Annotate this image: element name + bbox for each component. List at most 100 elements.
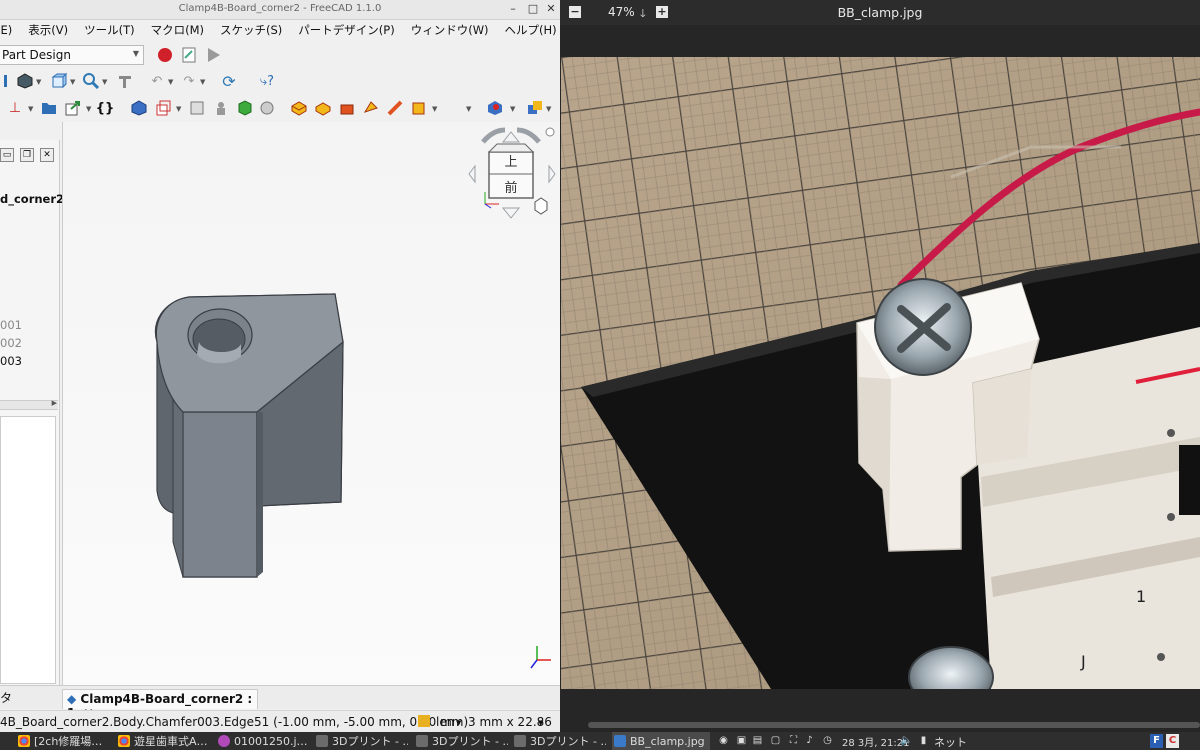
menu-edit[interactable]: (E)	[0, 23, 20, 37]
tab-document[interactable]: ◆ Clamp4B-Board_corner2 : 1 ✕	[62, 689, 258, 720]
std-views-icon[interactable]	[50, 72, 68, 90]
chevron-down-icon[interactable]: ▼	[86, 105, 91, 113]
boolean-icon[interactable]	[526, 99, 544, 117]
task-folder-3[interactable]: 3Dプリント - …	[514, 732, 606, 750]
cube-front-label: 前	[504, 180, 517, 196]
close-panel-icon[interactable]: ✕	[40, 148, 54, 162]
rotate-up-arrow-icon[interactable]	[501, 131, 521, 143]
chevron-down-icon[interactable]: ▼	[200, 78, 205, 86]
record-macro-icon[interactable]	[156, 46, 174, 64]
task-browser-1[interactable]: [2ch修羅場…	[18, 732, 110, 750]
cube-menu-icon[interactable]	[545, 127, 555, 137]
tree-item[interactable]: 001	[0, 318, 22, 332]
folder-icon[interactable]	[40, 99, 58, 117]
chevron-down-icon[interactable]: ▼	[456, 719, 461, 727]
chevron-down-icon[interactable]: ▼	[70, 78, 75, 86]
zoom-icon[interactable]	[82, 72, 100, 90]
revolution-icon[interactable]	[314, 99, 332, 117]
additive-helix-icon[interactable]	[386, 99, 404, 117]
additive-pipe-icon[interactable]	[362, 99, 380, 117]
sketch-icon[interactable]	[154, 99, 172, 117]
photo[interactable]: 1 J	[561, 57, 1200, 689]
expressions-icon[interactable]: {}	[96, 99, 115, 117]
bell-icon[interactable]: ♪	[804, 735, 815, 746]
undo-icon[interactable]: ↶	[148, 72, 166, 90]
menu-help[interactable]: ヘルプ(H)	[505, 22, 560, 38]
tray-photo-icon[interactable]: ▣	[736, 735, 747, 746]
chevron-down-icon[interactable]: ▼	[102, 78, 107, 86]
sub-shape-binder-icon[interactable]	[258, 99, 276, 117]
chevron-down-icon[interactable]: ▼	[546, 105, 551, 113]
validate-sketch-icon[interactable]	[188, 99, 206, 117]
chevron-down-icon[interactable]: ▼	[168, 78, 173, 86]
task-viewer[interactable]: BB_clamp.jpg	[612, 732, 710, 750]
property-view[interactable]	[0, 416, 56, 684]
maximize-button[interactable]: □	[526, 2, 540, 15]
task-folder-1[interactable]: 3Dプリント - …	[316, 732, 408, 750]
tab-report[interactable]: タ	[0, 689, 12, 709]
tray-window-icon[interactable]: ▢	[770, 735, 781, 746]
float-icon[interactable]: ▭	[0, 148, 14, 162]
clone-icon[interactable]	[212, 99, 230, 117]
chevron-down-icon[interactable]: ▼	[510, 105, 515, 113]
macro-editor-icon[interactable]	[180, 46, 198, 64]
horizontal-scrollbar[interactable]	[588, 722, 1200, 728]
menu-part-design[interactable]: パートデザイン(P)	[298, 22, 402, 38]
close-button[interactable]: ✕	[544, 2, 558, 15]
measure-icon[interactable]	[116, 72, 134, 90]
menu-view[interactable]: 表示(V)	[28, 22, 76, 38]
rotate-left-arrow-icon[interactable]	[468, 164, 476, 184]
datum-axis-icon[interactable]: ⊥	[6, 99, 24, 117]
clock-icon[interactable]: ◷	[822, 735, 833, 746]
menu-macro[interactable]: マクロ(M)	[151, 22, 212, 38]
shape-binder-icon[interactable]	[236, 99, 254, 117]
tray-app-icon[interactable]: ◉	[718, 735, 729, 746]
draw-style-icon[interactable]	[16, 72, 34, 90]
pocket-icon[interactable]	[486, 99, 504, 117]
app-badge[interactable]: C	[1166, 734, 1179, 748]
tree-item[interactable]: 002	[0, 336, 22, 350]
tree-document[interactable]: d_corner2	[0, 192, 64, 206]
redo-icon[interactable]: ↷	[180, 72, 198, 90]
roll-right-icon[interactable]	[516, 127, 541, 144]
menu-window[interactable]: ウィンドウ(W)	[411, 22, 497, 38]
pad-icon[interactable]	[290, 99, 308, 117]
roll-left-icon[interactable]	[481, 127, 506, 144]
chevron-down-icon[interactable]: ▼	[36, 78, 41, 86]
menu-tools[interactable]: ツール(T)	[84, 22, 143, 38]
workbench-selector[interactable]: Part Design ▼	[0, 45, 144, 65]
task-browser-2[interactable]: 遊星歯車式A…	[118, 732, 210, 750]
rotate-down-arrow-icon[interactable]	[501, 207, 521, 219]
export-icon[interactable]	[64, 99, 82, 117]
chevron-down-icon[interactable]: ▼	[432, 105, 437, 113]
tree-scrollbar[interactable]: ▶	[0, 399, 58, 410]
network-label[interactable]: ネット	[934, 734, 967, 750]
3d-view[interactable]: 上 前	[62, 122, 560, 685]
tree-item[interactable]: 003	[0, 354, 22, 368]
menu-sketch[interactable]: スケッチ(S)	[220, 22, 290, 38]
freecad-badge[interactable]: F	[1150, 734, 1163, 748]
run-macro-icon[interactable]	[204, 46, 222, 64]
minimize-button[interactable]: –	[506, 2, 520, 15]
task-folder-2[interactable]: 3Dプリント - …	[416, 732, 508, 750]
additive-primitive-icon[interactable]	[410, 99, 428, 117]
chevron-down-icon[interactable]: ▼	[466, 105, 471, 113]
wifi-icon[interactable]: ▮	[918, 735, 929, 746]
scroll-right-icon[interactable]: ▶	[52, 399, 57, 407]
body-icon[interactable]	[130, 99, 148, 117]
chevron-down-icon[interactable]: ▼	[28, 105, 33, 113]
refresh-icon[interactable]: ⟳	[220, 72, 238, 91]
network-tree-icon[interactable]: ⛶	[788, 735, 799, 746]
restore-icon[interactable]: ❐	[20, 148, 34, 162]
additive-loft-icon[interactable]	[338, 99, 356, 117]
navigation-cube[interactable]: 上 前	[468, 127, 556, 219]
chevron-down-icon[interactable]: ▼	[176, 105, 181, 113]
task-image[interactable]: 01001250.j…	[218, 732, 310, 750]
volume-icon[interactable]: 🔈	[900, 735, 912, 746]
unit-schema-label[interactable]: len	[436, 715, 454, 729]
whats-this-icon[interactable]: ⤷?	[258, 72, 276, 90]
rotate-right-arrow-icon[interactable]	[548, 164, 556, 184]
chevron-down-icon[interactable]: ▼	[538, 719, 543, 727]
tray-disk-icon[interactable]: ▤	[752, 735, 763, 746]
view-menu-cube-icon[interactable]	[534, 197, 548, 215]
